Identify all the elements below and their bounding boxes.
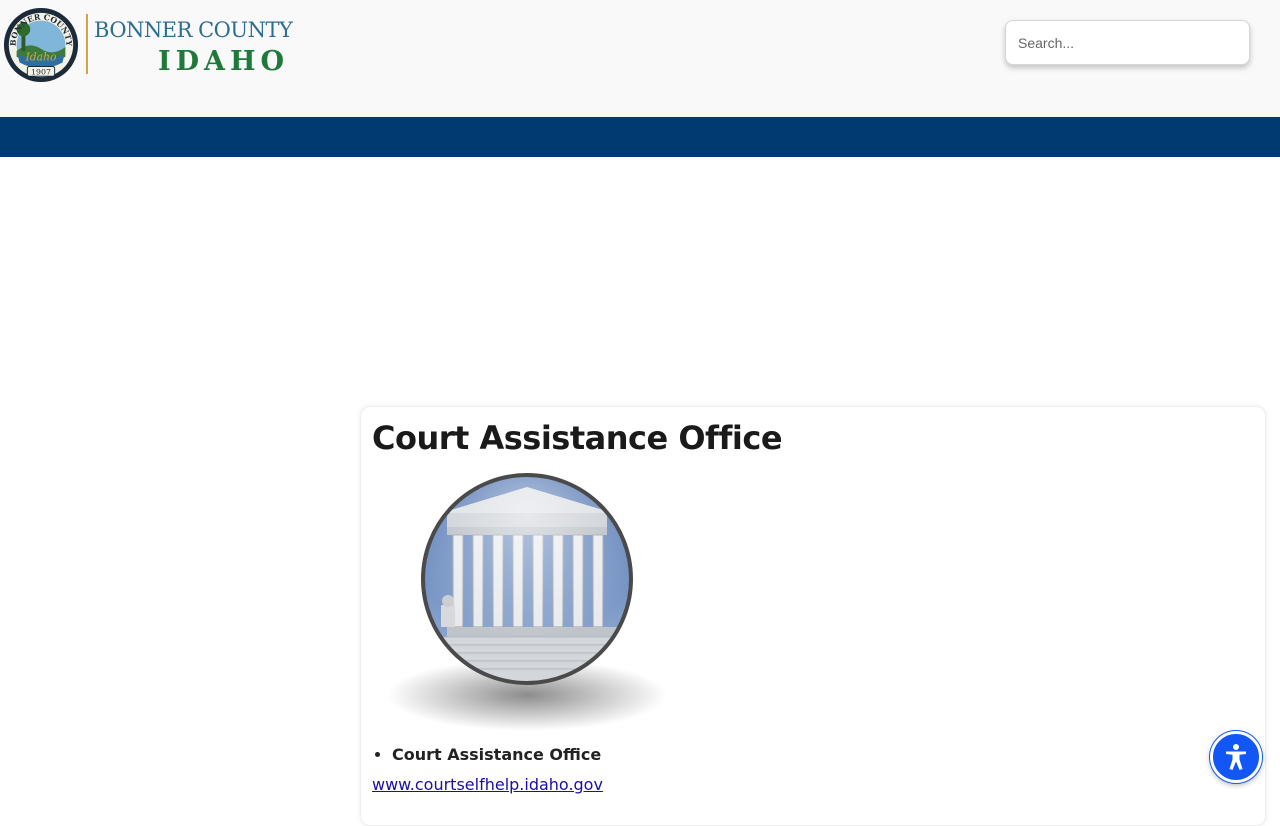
office-list: Court Assistance Office — [372, 743, 601, 767]
logo-divider — [86, 14, 88, 74]
county-seal-icon: Idaho 1907 BONNER COUNTY — [3, 7, 79, 83]
site-header: Idaho 1907 BONNER COUNTY BONNER COUNTY I… — [0, 0, 1280, 117]
accessibility-button[interactable] — [1210, 731, 1262, 783]
county-logo[interactable]: Idaho 1907 BONNER COUNTY BONNER COUNTY I… — [2, 6, 293, 86]
logo-county-name: BONNER COUNTY — [94, 18, 293, 42]
svg-text:1907: 1907 — [31, 68, 51, 77]
content-card: Court Assistance Office • Court Assistan… — [360, 406, 1266, 826]
svg-text:Idaho: Idaho — [25, 51, 57, 64]
accessibility-person-icon — [1226, 744, 1246, 770]
court-self-help-link[interactable]: www.courtselfhelp.idaho.gov — [372, 775, 603, 794]
list-item: Court Assistance Office — [392, 743, 601, 767]
search-input[interactable] — [1005, 20, 1250, 65]
main-navigation-bar — [0, 117, 1280, 157]
supreme-court-building-image — [387, 473, 667, 731]
logo-state-name: IDAHO — [158, 46, 290, 77]
page-title: Court Assistance Office — [372, 419, 783, 457]
